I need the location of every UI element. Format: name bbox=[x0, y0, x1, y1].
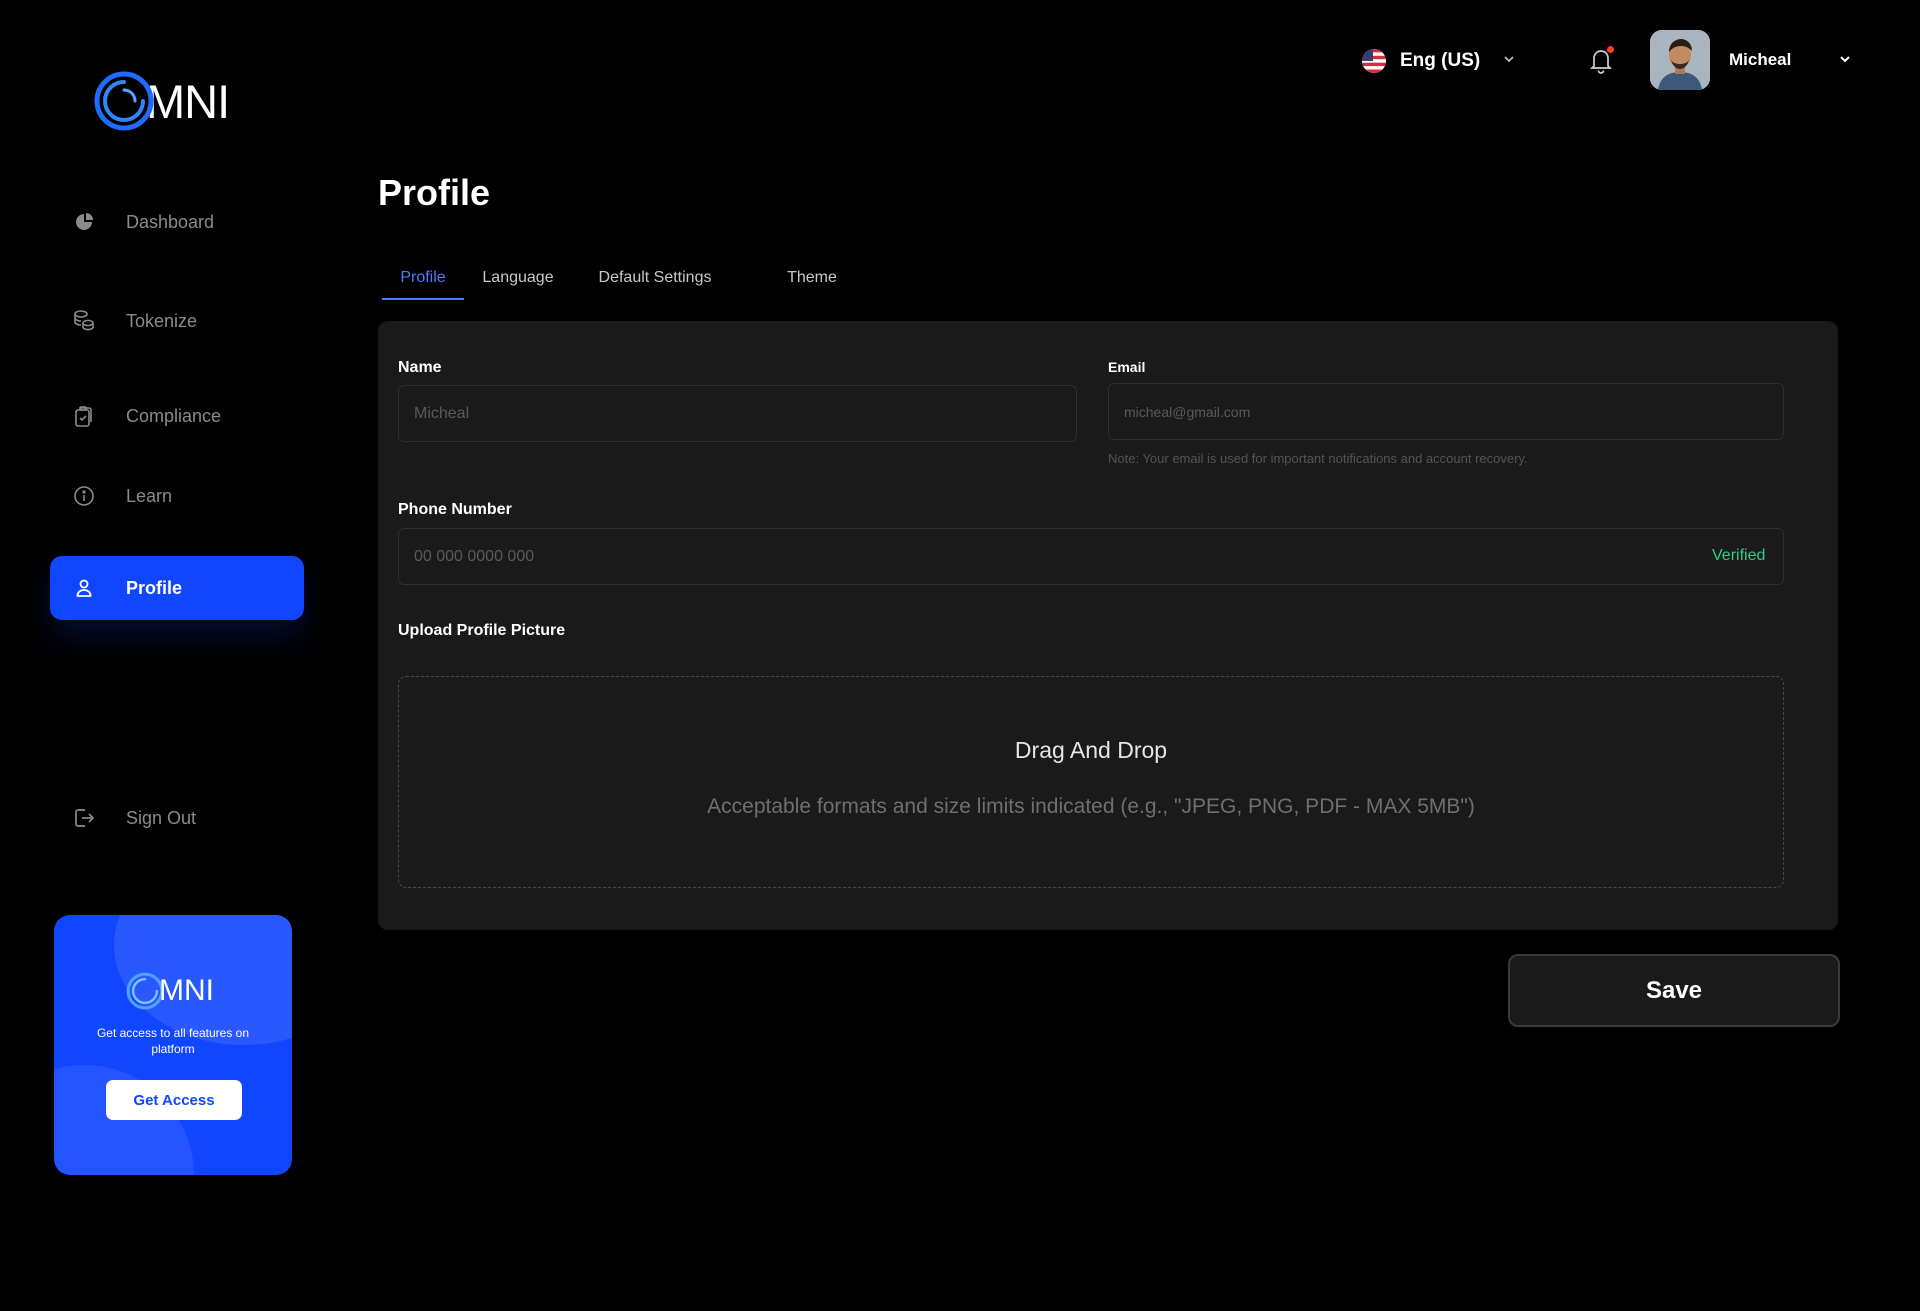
save-button[interactable]: Save bbox=[1508, 954, 1840, 1027]
pie-chart-icon bbox=[72, 210, 96, 234]
promo-logo: MNI bbox=[126, 971, 214, 1011]
sidebar-item-learn[interactable]: Learn bbox=[50, 464, 304, 528]
us-flag-icon bbox=[1362, 49, 1386, 73]
tab-theme[interactable]: Theme bbox=[784, 256, 840, 300]
promo-card: MNI Get access to all features on platfo… bbox=[54, 915, 292, 1175]
user-icon bbox=[72, 576, 96, 600]
verified-badge: Verified bbox=[1712, 547, 1766, 564]
notification-button[interactable] bbox=[1588, 46, 1616, 76]
clipboard-icon bbox=[72, 404, 96, 428]
notification-dot bbox=[1607, 46, 1614, 53]
name-label: Name bbox=[398, 359, 442, 376]
name-input[interactable] bbox=[398, 385, 1077, 442]
omni-logo[interactable]: MNI bbox=[94, 68, 254, 134]
profile-form-card: Name Email Note: Your email is used for … bbox=[378, 321, 1838, 930]
sidebar-item-tokenize[interactable]: Tokenize bbox=[50, 289, 304, 353]
promo-text: Get access to all features on platform bbox=[96, 1026, 250, 1056]
language-selector[interactable]: Eng (US) bbox=[1362, 46, 1516, 76]
upload-dropzone[interactable]: Drag And Drop Acceptable formats and siz… bbox=[398, 676, 1784, 888]
dropzone-title: Drag And Drop bbox=[1014, 737, 1168, 763]
upload-label: Upload Profile Picture bbox=[398, 622, 566, 639]
language-label: Eng (US) bbox=[1400, 50, 1481, 71]
sidebar-item-compliance[interactable]: Compliance bbox=[50, 384, 304, 448]
signout-icon bbox=[72, 806, 96, 830]
sidebar-item-dashboard[interactable]: Dashboard bbox=[50, 190, 304, 254]
chevron-down-icon[interactable] bbox=[1838, 52, 1852, 71]
email-label: Email bbox=[1108, 359, 1146, 375]
omni-ring-icon bbox=[94, 69, 154, 133]
sidebar-item-profile[interactable]: Profile bbox=[50, 556, 304, 620]
page-title: Profile bbox=[378, 172, 491, 213]
user-name[interactable]: Micheal bbox=[1729, 50, 1791, 70]
phone-label: Phone Number bbox=[398, 501, 512, 518]
email-input[interactable] bbox=[1108, 383, 1784, 440]
promo-logo-text: MNI bbox=[159, 974, 214, 1007]
info-circle-icon bbox=[72, 484, 96, 508]
tab-language[interactable]: Language bbox=[478, 256, 558, 300]
get-access-button[interactable]: Get Access bbox=[106, 1080, 242, 1120]
coins-icon bbox=[72, 309, 96, 333]
tab-default-settings[interactable]: Default Settings bbox=[592, 256, 718, 300]
signout-button[interactable]: Sign Out bbox=[50, 786, 304, 850]
tab-profile[interactable]: Profile bbox=[382, 256, 464, 300]
chevron-down-icon bbox=[1502, 50, 1516, 72]
sidebar-item-label: Dashboard bbox=[126, 211, 215, 232]
dropzone-hint: Acceptable formats and size limits indic… bbox=[707, 795, 1475, 818]
avatar[interactable] bbox=[1650, 30, 1710, 90]
sidebar-item-label: Profile bbox=[126, 577, 183, 598]
phone-input[interactable] bbox=[398, 528, 1784, 585]
sidebar-item-label: Tokenize bbox=[126, 310, 198, 331]
logo-text: MNI bbox=[146, 74, 230, 128]
signout-label: Sign Out bbox=[126, 807, 197, 828]
sidebar-item-label: Compliance bbox=[126, 405, 222, 426]
email-note: Note: Your email is used for important n… bbox=[1108, 451, 1528, 466]
sidebar-item-label: Learn bbox=[126, 485, 173, 506]
